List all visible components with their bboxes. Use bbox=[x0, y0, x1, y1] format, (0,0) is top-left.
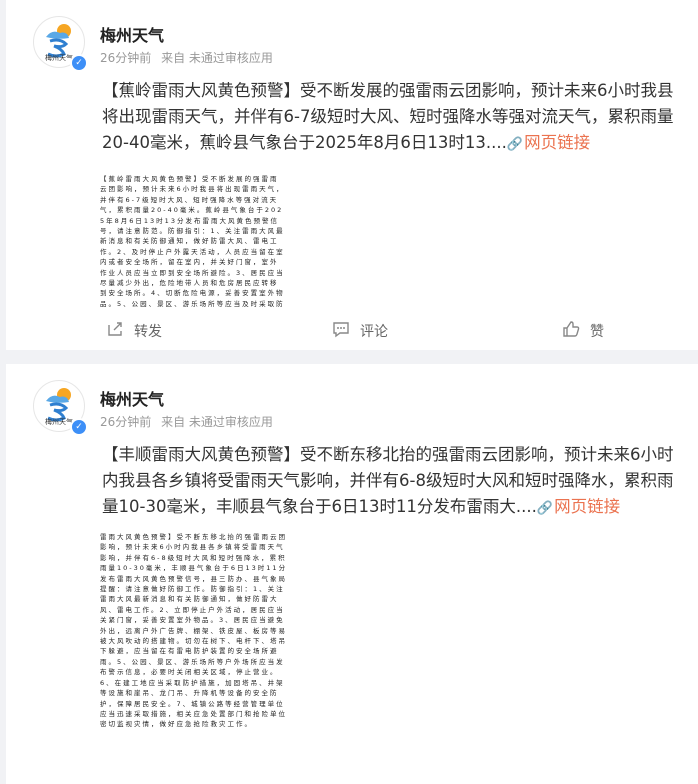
post-time[interactable]: 26分钟前 bbox=[100, 415, 151, 429]
post-source: 来自 未通过审核应用 bbox=[161, 51, 273, 65]
post-image[interactable]: 【蕉岭雷雨大风黄色预警】受不断发展的强雷雨云团影响，预计未来6小时我县将出现雷雨… bbox=[100, 172, 286, 307]
comment-icon bbox=[332, 320, 350, 342]
web-link-label: 网页链接 bbox=[524, 133, 591, 152]
post-meta: 26分钟前 来自 未通过审核应用 bbox=[100, 413, 279, 430]
share-icon bbox=[106, 320, 124, 342]
thumbs-up-icon bbox=[562, 320, 580, 342]
weibo-post-card: 梅州天气 ✓ 梅州天气 26分钟前 来自 未通过审核应用 【蕉岭雷雨大风黄色预警… bbox=[6, 0, 698, 350]
link-icon: 🔗 bbox=[506, 137, 524, 152]
post-image[interactable]: 雷雨大风黄色预警】受不断东移北抬的强雷雨云团影响，预计未来6小时内我县各乡镇将受… bbox=[100, 530, 292, 780]
verified-icon: ✓ bbox=[70, 54, 88, 72]
web-link[interactable]: 🔗网页链接 bbox=[537, 497, 620, 516]
post-time[interactable]: 26分钟前 bbox=[100, 51, 151, 65]
web-link[interactable]: 🔗网页链接 bbox=[507, 133, 590, 152]
post-source: 来自 未通过审核应用 bbox=[161, 415, 273, 429]
weibo-post-card: 梅州天气 ✓ 梅州天气 26分钟前 来自 未通过审核应用 【丰顺雷雨大风黄色预警… bbox=[6, 364, 698, 784]
comment-button[interactable]: 评论 bbox=[332, 320, 388, 342]
post-image-text: 【蕉岭雷雨大风黄色预警】受不断发展的强雷雨云团影响，预计未来6小时我县将出现雷雨… bbox=[100, 175, 285, 307]
author-name[interactable]: 梅州天气 bbox=[100, 386, 164, 410]
action-bar: 转发 评论 赞 bbox=[6, 312, 698, 346]
like-label: 赞 bbox=[590, 324, 604, 340]
comment-label: 评论 bbox=[360, 324, 388, 340]
repost-label: 转发 bbox=[134, 324, 162, 340]
repost-button[interactable]: 转发 bbox=[106, 320, 162, 342]
link-icon: 🔗 bbox=[536, 501, 554, 516]
post-text: 【丰顺雷雨大风黄色预警】受不断东移北抬的强雷雨云团影响，预计未来6小时内我县各乡… bbox=[102, 442, 682, 522]
web-link-label: 网页链接 bbox=[554, 497, 621, 516]
author-name[interactable]: 梅州天气 bbox=[100, 22, 164, 46]
verified-icon: ✓ bbox=[70, 418, 88, 436]
post-meta: 26分钟前 来自 未通过审核应用 bbox=[100, 49, 279, 66]
like-button[interactable]: 赞 bbox=[562, 320, 604, 342]
post-image-text: 雷雨大风黄色预警】受不断东移北抬的强雷雨云团影响，预计未来6小时内我县各乡镇将受… bbox=[100, 533, 288, 729]
post-text: 【蕉岭雷雨大风黄色预警】受不断发展的强雷雨云团影响，预计未来6小时我县将出现雷雨… bbox=[102, 78, 682, 158]
